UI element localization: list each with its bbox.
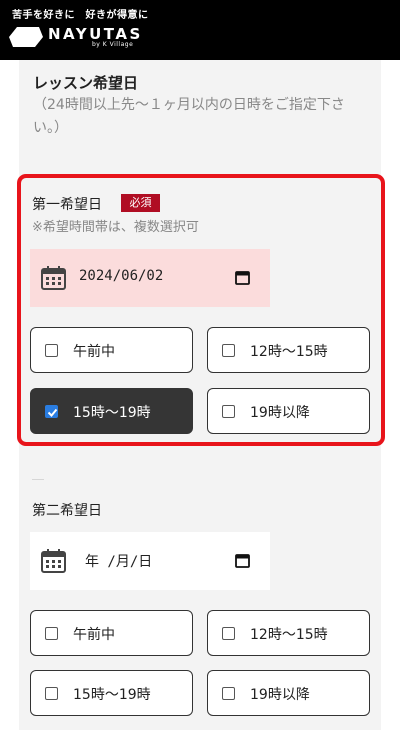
- checkbox[interactable]: [45, 344, 58, 357]
- second-option-15-19[interactable]: 15時〜19時: [30, 670, 193, 716]
- calendar-icon: [41, 549, 66, 573]
- option-label: 19時以降: [250, 687, 310, 703]
- lesson-date-title: レッスン希望日: [33, 74, 139, 92]
- calendar-picker-icon[interactable]: [235, 553, 250, 568]
- checkbox[interactable]: [222, 627, 235, 640]
- first-option-15-19[interactable]: 15時〜19時: [30, 388, 193, 434]
- option-label: 15時〜19時: [73, 405, 151, 421]
- site-header: 苦手を好きに 好きが得意に NAYUTAS by K Village: [0, 0, 400, 60]
- multiple-select-hint: ※希望時間帯は、複数選択可: [32, 220, 199, 235]
- first-choice-date-input[interactable]: 2024/06/02: [30, 249, 270, 307]
- checkbox[interactable]: [222, 687, 235, 700]
- option-label: 15時〜19時: [73, 687, 151, 703]
- checkbox[interactable]: [45, 687, 58, 700]
- second-choice-label: 第二希望日: [32, 503, 102, 519]
- first-choice-label: 第一希望日: [32, 197, 102, 213]
- second-option-morning[interactable]: 午前中: [30, 610, 193, 656]
- lesson-date-note: （24時間以上先〜１ヶ月以内の日時をご指定下さい。）: [33, 97, 345, 136]
- checkbox-checked[interactable]: [45, 405, 58, 418]
- first-option-12-15[interactable]: 12時〜15時: [207, 327, 370, 373]
- second-option-after-19[interactable]: 19時以降: [207, 670, 370, 716]
- required-badge: 必須: [121, 194, 160, 212]
- calendar-picker-icon[interactable]: [235, 270, 250, 285]
- logo-subtitle: by K Village: [92, 41, 134, 48]
- option-label: 午前中: [73, 627, 115, 643]
- section-divider: [32, 479, 44, 480]
- option-label: 12時〜15時: [250, 627, 328, 643]
- first-option-after-19[interactable]: 19時以降: [207, 388, 370, 434]
- second-choice-date-input[interactable]: 年 /月/日: [30, 532, 270, 590]
- checkbox[interactable]: [222, 344, 235, 357]
- second-choice-date-placeholder: 年 /月/日: [85, 554, 153, 570]
- checkbox[interactable]: [222, 405, 235, 418]
- header-tagline: 苦手を好きに 好きが得意に: [12, 10, 149, 21]
- logo-hexagon-icon[interactable]: [9, 27, 43, 47]
- option-label: 午前中: [73, 344, 115, 360]
- option-label: 12時〜15時: [250, 344, 328, 360]
- checkbox[interactable]: [45, 627, 58, 640]
- second-option-12-15[interactable]: 12時〜15時: [207, 610, 370, 656]
- checkmark-icon: [47, 408, 58, 417]
- first-option-morning[interactable]: 午前中: [30, 327, 193, 373]
- option-label: 19時以降: [250, 405, 310, 421]
- first-choice-date-value: 2024/06/02: [79, 268, 164, 284]
- calendar-icon: [41, 266, 66, 290]
